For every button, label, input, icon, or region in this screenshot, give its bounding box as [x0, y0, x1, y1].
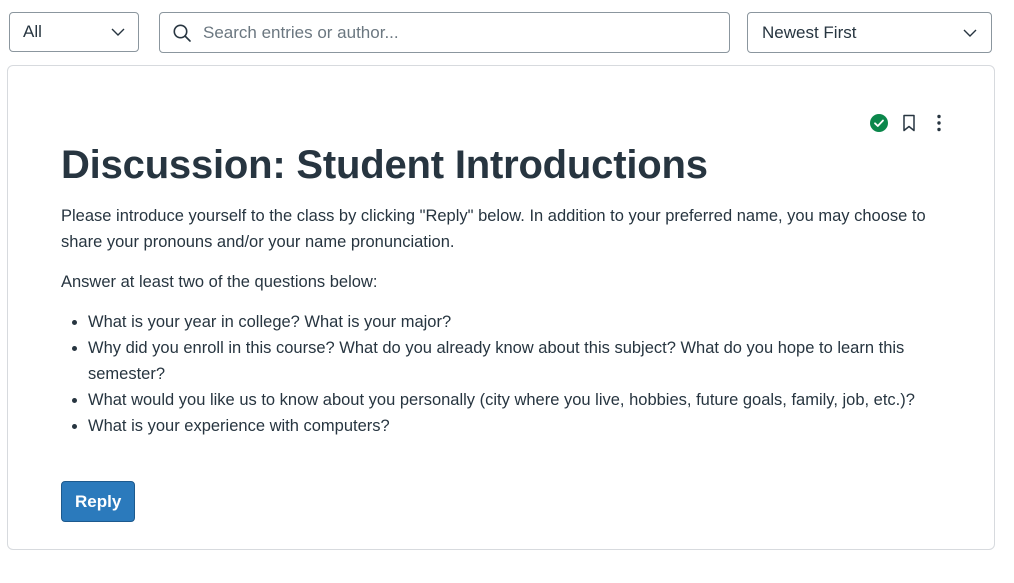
list-item: What is your year in college? What is yo… — [88, 309, 971, 335]
discussion-title: Discussion: Student Introductions — [61, 143, 708, 187]
search-input[interactable] — [203, 22, 717, 43]
list-item: What is your experience with computers? — [88, 413, 971, 439]
intro-paragraph: Please introduce yourself to the class b… — [61, 207, 926, 251]
filter-select[interactable]: All — [9, 12, 139, 52]
questions-list: What is your year in college? What is yo… — [61, 309, 971, 439]
discussion-toolbar: All Newest First — [0, 0, 1014, 60]
kebab-menu-icon — [937, 114, 941, 132]
list-item: Why did you enroll in this course? What … — [88, 335, 971, 387]
bookmark-icon — [903, 114, 915, 132]
bookmark-button[interactable] — [894, 111, 924, 135]
reply-button[interactable]: Reply — [61, 481, 136, 522]
published-status[interactable] — [864, 111, 894, 135]
search-icon — [173, 24, 191, 42]
sort-select-value: Newest First — [762, 22, 857, 42]
more-options-button[interactable] — [924, 111, 954, 135]
topic-actions — [864, 111, 954, 135]
search-field[interactable] — [159, 12, 730, 53]
chevron-down-icon — [963, 29, 977, 37]
discussion-topic-card: Discussion: Student Introductions Please… — [7, 65, 995, 550]
prompt-paragraph: Answer at least two of the questions bel… — [61, 273, 378, 291]
list-item: What would you like us to know about you… — [88, 387, 971, 413]
filter-select-value: All — [23, 22, 42, 41]
discussion-message: Please introduce yourself to the class b… — [61, 203, 971, 439]
check-circle-icon — [870, 114, 888, 132]
chevron-down-icon — [111, 28, 125, 36]
sort-select[interactable]: Newest First — [747, 12, 992, 53]
